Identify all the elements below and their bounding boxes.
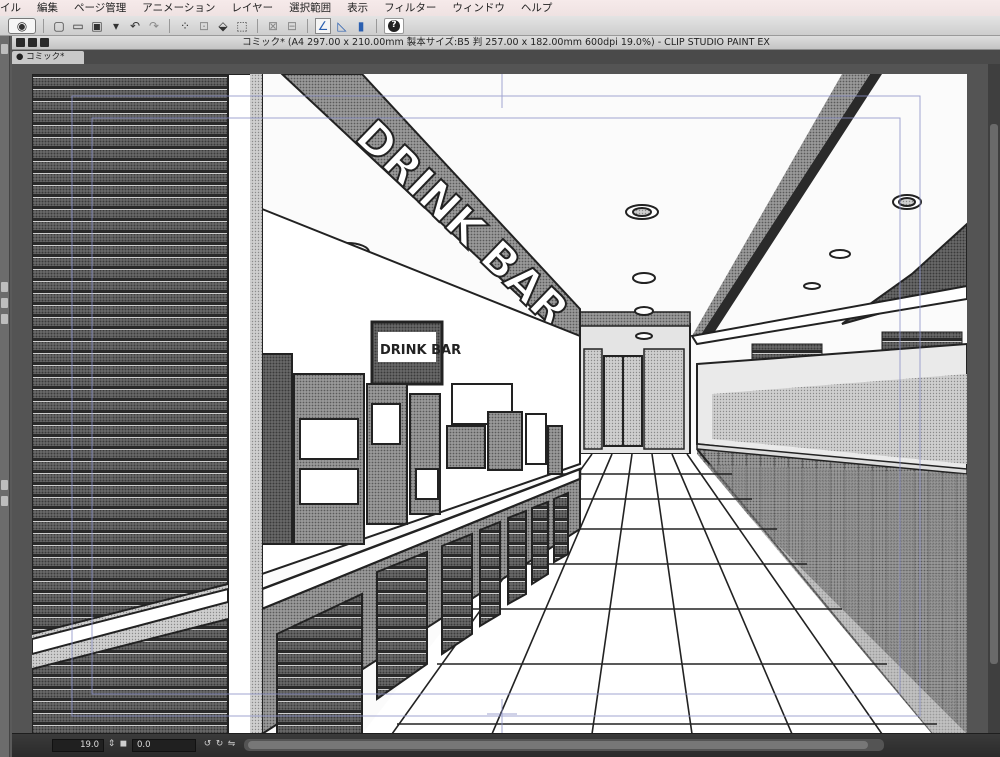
- new-file-icon[interactable]: ▢: [51, 18, 67, 34]
- zoom-stepper-icon[interactable]: ⇕: [106, 739, 117, 750]
- transform-icon[interactable]: ⬚: [234, 18, 250, 34]
- redo-icon[interactable]: ↷: [146, 18, 162, 34]
- palette-handle-icon[interactable]: [1, 496, 8, 506]
- snap-to-special-ruler-icon[interactable]: ◺: [334, 18, 350, 34]
- small-drink-bar-sign: DRINK BAR: [380, 343, 461, 358]
- menu-page-management[interactable]: ページ管理: [66, 0, 134, 16]
- menu-filter[interactable]: フィルター: [376, 0, 444, 16]
- palette-handle-icon[interactable]: [1, 298, 8, 308]
- tab-comic-label: コミック*: [26, 52, 65, 62]
- palette-handle-icon[interactable]: [1, 480, 8, 490]
- fill-icon[interactable]: ⬙: [215, 18, 231, 34]
- horizontal-scrollbar-thumb[interactable]: [248, 741, 868, 749]
- document-tab-bar: ● コミック*: [12, 50, 1000, 64]
- vertical-scrollbar[interactable]: [988, 64, 1000, 733]
- menu-edit[interactable]: 編集: [29, 0, 66, 16]
- toolbar-divider: [307, 18, 308, 33]
- clear-icon[interactable]: ⁘: [177, 18, 193, 34]
- rotation-angle-field[interactable]: 0.0: [132, 739, 196, 752]
- clear-outside-selection-icon[interactable]: ⊡: [196, 18, 212, 34]
- snap-to-grid-icon[interactable]: ▮: [353, 18, 369, 34]
- menu-animation[interactable]: アニメーション: [134, 0, 223, 16]
- open-folder-icon[interactable]: ▭: [70, 18, 86, 34]
- command-bar: ◉ ▢ ▭ ▣ ▾ ↶ ↷ ⁘ ⊡ ⬙ ⬚ ⊠ ⊟ ∠ ◺ ▮ ?: [0, 16, 1000, 36]
- menu-selection[interactable]: 選択範囲: [281, 0, 339, 16]
- document-window: コミック* (A4 297.00 x 210.00mm 製本サイズ:B5 判 2…: [12, 36, 1000, 757]
- clip-studio-logo-icon[interactable]: ◉: [8, 17, 36, 34]
- menu-layer[interactable]: レイヤー: [223, 0, 281, 16]
- manga-illustration: DRINK BAR DRINK BAR: [32, 74, 967, 734]
- toolbar-divider: [376, 18, 377, 33]
- status-bar: 19.0 ⇕ ◼ 0.0 ↺ ↻ ⇋: [12, 733, 1000, 757]
- menu-help[interactable]: ヘルプ: [513, 0, 561, 16]
- save-icon[interactable]: ▣: [89, 18, 105, 34]
- palette-handle-icon[interactable]: [1, 282, 8, 292]
- snap-to-ruler-icon[interactable]: ∠: [315, 17, 331, 34]
- menu-bar: イル 編集 ページ管理 アニメーション レイヤー 選択範囲 表示 フィルター ウ…: [0, 0, 1000, 16]
- fit-to-window-icon[interactable]: ◼: [118, 739, 129, 750]
- menu-window[interactable]: ウィンドウ: [444, 0, 513, 16]
- horizontal-scrollbar[interactable]: [244, 739, 884, 751]
- zoom-level-field[interactable]: 19.0: [52, 739, 104, 752]
- deselect-icon[interactable]: ⊠: [265, 18, 281, 34]
- menu-file[interactable]: イル: [0, 0, 29, 16]
- vertical-scrollbar-thumb[interactable]: [990, 124, 998, 664]
- undo-icon[interactable]: ↶: [127, 18, 143, 34]
- document-title-bar[interactable]: コミック* (A4 297.00 x 210.00mm 製本サイズ:B5 判 2…: [12, 36, 1000, 50]
- tab-comic[interactable]: ● コミック*: [12, 51, 84, 64]
- rotate-left-icon[interactable]: ↺: [202, 739, 213, 750]
- invert-selection-icon[interactable]: ⊟: [284, 18, 300, 34]
- palette-handle-icon[interactable]: [1, 314, 8, 324]
- flip-horizontal-icon[interactable]: ⇋: [226, 739, 237, 750]
- toolbar-divider: [169, 18, 170, 33]
- drawing-canvas[interactable]: DRINK BAR DRINK BAR: [32, 74, 967, 734]
- menu-view[interactable]: 表示: [339, 0, 376, 16]
- help-icon[interactable]: ?: [384, 17, 404, 34]
- dropdown-arrow-icon[interactable]: ▾: [108, 18, 124, 34]
- toolbar-divider: [257, 18, 258, 33]
- rotate-right-icon[interactable]: ↻: [214, 739, 225, 750]
- left-palette-strip[interactable]: [0, 36, 10, 757]
- palette-handle-icon[interactable]: [1, 44, 8, 54]
- help-glyph: ?: [388, 19, 400, 32]
- document-title: コミック* (A4 297.00 x 210.00mm 製本サイズ:B5 判 2…: [242, 37, 770, 48]
- toolbar-divider: [43, 18, 44, 33]
